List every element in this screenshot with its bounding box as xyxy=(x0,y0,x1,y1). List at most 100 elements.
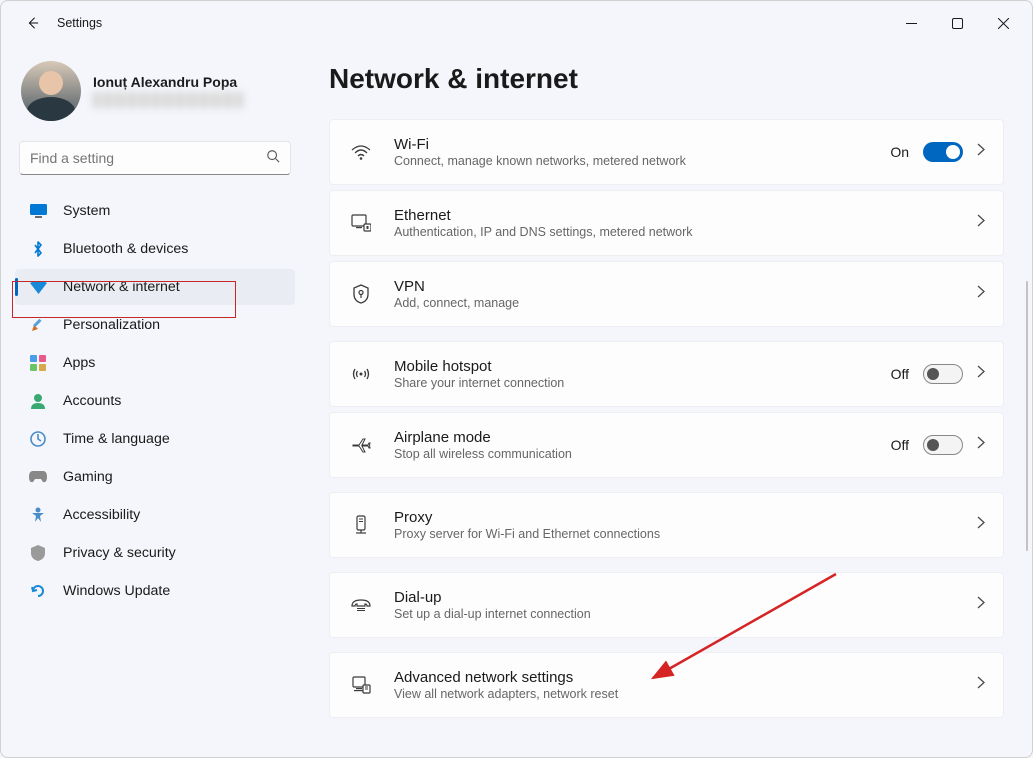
chevron-right-icon xyxy=(977,285,985,303)
apps-icon xyxy=(29,354,47,372)
chevron-right-icon xyxy=(977,214,985,232)
content-area: Network & internet Wi-Fi Connect, manage… xyxy=(301,45,1032,757)
wifi-icon xyxy=(348,144,374,160)
bluetooth-icon xyxy=(29,240,47,258)
airplane-toggle[interactable] xyxy=(923,435,963,455)
toggle-state-label: Off xyxy=(891,366,909,382)
setting-advanced-network[interactable]: Advanced network settings View all netwo… xyxy=(329,652,1004,718)
windows-update-icon xyxy=(29,582,47,600)
search-box[interactable] xyxy=(19,141,291,175)
chevron-right-icon xyxy=(977,516,985,534)
setting-ethernet[interactable]: Ethernet Authentication, IP and DNS sett… xyxy=(329,190,1004,256)
nav-list: System Bluetooth & devices Network & int… xyxy=(15,193,295,609)
network-icon xyxy=(29,278,47,296)
search-icon xyxy=(266,149,280,168)
profile-name: Ionuț Alexandru Popa xyxy=(93,74,243,90)
wifi-toggle[interactable] xyxy=(923,142,963,162)
user-profile[interactable]: Ionuț Alexandru Popa xyxy=(15,53,295,137)
privacy-icon xyxy=(29,544,47,562)
system-icon xyxy=(29,202,47,220)
setting-vpn[interactable]: VPN Add, connect, manage xyxy=(329,261,1004,327)
setting-title: VPN xyxy=(394,278,957,295)
chevron-right-icon xyxy=(977,365,985,383)
setting-subtitle: Share your internet connection xyxy=(394,376,871,390)
airplane-icon xyxy=(348,436,374,454)
setting-title: Airplane mode xyxy=(394,429,871,446)
close-button[interactable] xyxy=(980,7,1026,39)
sidebar-item-label: Gaming xyxy=(63,469,113,485)
profile-email-redacted xyxy=(93,92,243,108)
maximize-button[interactable] xyxy=(934,7,980,39)
sidebar-item-accessibility[interactable]: Accessibility xyxy=(15,497,295,533)
hotspot-toggle[interactable] xyxy=(923,364,963,384)
sidebar-item-network[interactable]: Network & internet xyxy=(15,269,295,305)
toggle-state-label: Off xyxy=(891,437,909,453)
sidebar-item-gaming[interactable]: Gaming xyxy=(15,459,295,495)
page-title: Network & internet xyxy=(329,63,1004,95)
accessibility-icon xyxy=(29,506,47,524)
sidebar-item-privacy[interactable]: Privacy & security xyxy=(15,535,295,571)
ethernet-icon xyxy=(348,214,374,232)
setting-subtitle: Stop all wireless communication xyxy=(394,447,871,461)
setting-title: Proxy xyxy=(394,509,957,526)
sidebar-item-windows-update[interactable]: Windows Update xyxy=(15,573,295,609)
setting-title: Mobile hotspot xyxy=(394,358,871,375)
personalization-icon xyxy=(29,316,47,334)
titlebar: Settings xyxy=(1,1,1032,45)
arrow-left-icon xyxy=(25,16,39,30)
accounts-icon xyxy=(29,392,47,410)
setting-subtitle: View all network adapters, network reset xyxy=(394,687,957,701)
scrollbar[interactable] xyxy=(1026,281,1029,551)
setting-proxy[interactable]: Proxy Proxy server for Wi-Fi and Etherne… xyxy=(329,492,1004,558)
sidebar-item-label: Time & language xyxy=(63,431,170,447)
sidebar-item-label: Accounts xyxy=(63,393,121,409)
setting-title: Advanced network settings xyxy=(394,669,957,686)
sidebar-item-time-language[interactable]: Time & language xyxy=(15,421,295,457)
sidebar-item-label: Bluetooth & devices xyxy=(63,241,188,257)
setting-wifi[interactable]: Wi-Fi Connect, manage known networks, me… xyxy=(329,119,1004,185)
proxy-icon xyxy=(348,515,374,535)
window-title: Settings xyxy=(57,16,888,30)
avatar xyxy=(21,61,81,121)
chevron-right-icon xyxy=(977,596,985,614)
setting-mobile-hotspot[interactable]: Mobile hotspot Share your internet conne… xyxy=(329,341,1004,407)
sidebar-item-label: System xyxy=(63,203,110,219)
gaming-icon xyxy=(29,468,47,486)
close-icon xyxy=(998,18,1009,29)
dialup-icon xyxy=(348,598,374,612)
sidebar-item-accounts[interactable]: Accounts xyxy=(15,383,295,419)
setting-subtitle: Connect, manage known networks, metered … xyxy=(394,154,870,168)
setting-title: Wi-Fi xyxy=(394,136,870,153)
setting-dialup[interactable]: Dial-up Set up a dial-up internet connec… xyxy=(329,572,1004,638)
time-language-icon xyxy=(29,430,47,448)
chevron-right-icon xyxy=(977,676,985,694)
sidebar-item-label: Personalization xyxy=(63,317,160,333)
sidebar: Ionuț Alexandru Popa System Bluetooth & … xyxy=(1,45,301,757)
setting-title: Dial-up xyxy=(394,589,957,606)
setting-subtitle: Proxy server for Wi-Fi and Ethernet conn… xyxy=(394,527,957,541)
sidebar-item-apps[interactable]: Apps xyxy=(15,345,295,381)
setting-title: Ethernet xyxy=(394,207,957,224)
setting-airplane-mode[interactable]: Airplane mode Stop all wireless communic… xyxy=(329,412,1004,478)
sidebar-item-system[interactable]: System xyxy=(15,193,295,229)
sidebar-item-label: Privacy & security xyxy=(63,545,176,561)
chevron-right-icon xyxy=(977,436,985,454)
minimize-icon xyxy=(906,18,917,29)
search-input[interactable] xyxy=(30,150,266,166)
hotspot-icon xyxy=(348,366,374,382)
sidebar-item-label: Apps xyxy=(63,355,95,371)
setting-subtitle: Authentication, IP and DNS settings, met… xyxy=(394,225,957,239)
chevron-right-icon xyxy=(977,143,985,161)
minimize-button[interactable] xyxy=(888,7,934,39)
sidebar-item-personalization[interactable]: Personalization xyxy=(15,307,295,343)
vpn-icon xyxy=(348,284,374,304)
sidebar-item-label: Network & internet xyxy=(63,279,180,295)
sidebar-item-label: Windows Update xyxy=(63,583,170,599)
sidebar-item-label: Accessibility xyxy=(63,507,140,523)
setting-subtitle: Add, connect, manage xyxy=(394,296,957,310)
maximize-icon xyxy=(952,18,963,29)
sidebar-item-bluetooth[interactable]: Bluetooth & devices xyxy=(15,231,295,267)
setting-subtitle: Set up a dial-up internet connection xyxy=(394,607,957,621)
advanced-network-icon xyxy=(348,676,374,694)
back-button[interactable] xyxy=(23,14,41,32)
